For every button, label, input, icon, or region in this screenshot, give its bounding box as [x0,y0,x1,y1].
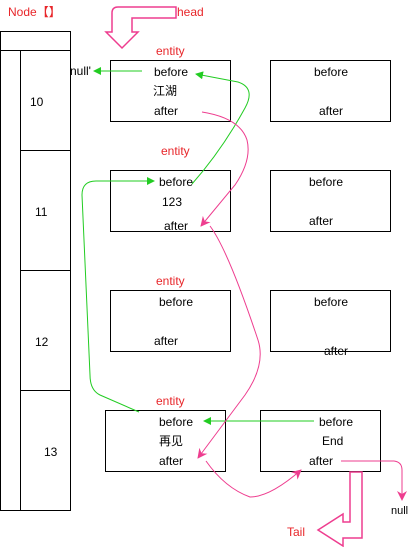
head-arrow [104,6,177,50]
after-link-arrow [205,460,302,498]
connector-layer [81,6,407,547]
tail-arrow [316,471,363,547]
after-link-arrow [197,225,261,459]
after-link-arrow [200,111,249,227]
before-link-arrow [81,177,155,413]
